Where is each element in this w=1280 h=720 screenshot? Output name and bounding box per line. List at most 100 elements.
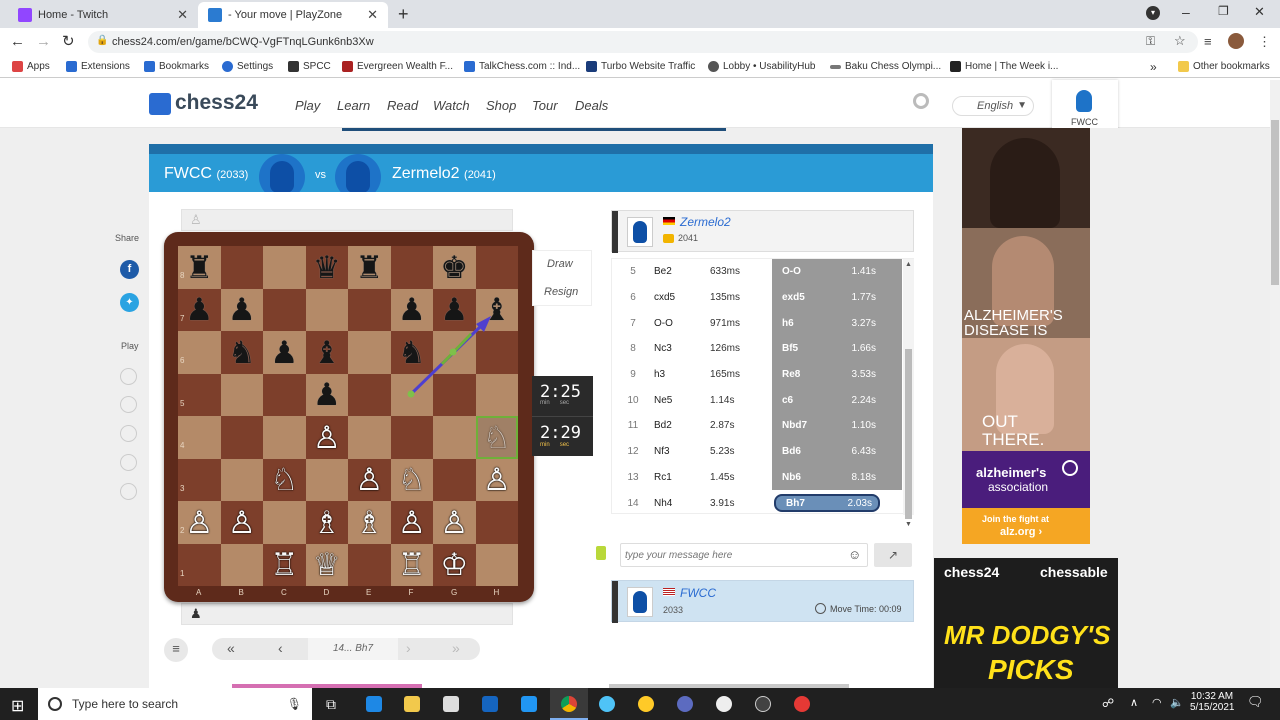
- send-button[interactable]: ↗: [874, 543, 912, 567]
- address-bar[interactable]: 🔒 chess24.com/en/game/bCWQ-VgFTnqLGunk6n…: [88, 31, 1198, 53]
- maximize-icon[interactable]: ❐: [1218, 4, 1229, 18]
- square-c8[interactable]: [263, 246, 306, 289]
- bookmark-extensions[interactable]: Extensions: [66, 61, 130, 72]
- white-move[interactable]: Bd2: [654, 420, 710, 431]
- black-move-cell[interactable]: c6 2.24s: [772, 387, 902, 414]
- app-icon-dark[interactable]: [755, 696, 771, 712]
- white-knight-icon[interactable]: ♘: [483, 422, 511, 453]
- square-b7[interactable]: ♟: [220, 288, 263, 331]
- white-move[interactable]: O-O: [654, 318, 710, 329]
- square-d7[interactable]: [305, 288, 348, 331]
- black-move-cell[interactable]: Bf5 1.66s: [772, 336, 902, 362]
- bookmark-spcc[interactable]: SPCC: [288, 61, 331, 72]
- square-d2[interactable]: ♗: [305, 501, 348, 544]
- chess24-chessable-ad[interactable]: chess24 chessable MR DODGY'S PICKS: [934, 558, 1118, 688]
- square-b4[interactable]: [220, 416, 263, 459]
- black-move-cell[interactable]: Bd6 6.43s: [772, 438, 902, 465]
- profile-avatar[interactable]: [1228, 33, 1244, 49]
- black-king-icon[interactable]: ♚: [440, 252, 468, 283]
- white-pawn-icon[interactable]: ♙: [313, 422, 341, 453]
- app-icon-yellow[interactable]: [638, 696, 654, 712]
- square-d5[interactable]: ♟: [305, 373, 348, 416]
- square-f5[interactable]: [390, 373, 433, 416]
- play-option-5[interactable]: [120, 425, 137, 442]
- tray-chevron-icon[interactable]: ∧: [1130, 696, 1138, 709]
- square-a6[interactable]: 6: [178, 331, 221, 374]
- black-rook-icon[interactable]: ♜: [185, 252, 213, 283]
- nav-watch[interactable]: Watch: [433, 98, 470, 113]
- white-pawn-icon[interactable]: ♙: [398, 507, 426, 538]
- reload-icon[interactable]: ↻: [62, 32, 75, 50]
- black-bishop-icon[interactable]: ♝: [313, 337, 341, 368]
- black-knight-icon[interactable]: ♞: [398, 337, 426, 368]
- square-c3[interactable]: ♘: [263, 458, 306, 501]
- white-move[interactable]: Ne5: [654, 395, 710, 406]
- square-a1[interactable]: 1A: [178, 543, 221, 596]
- tab-twitch[interactable]: Home - Twitch ✕: [8, 2, 198, 28]
- square-h5[interactable]: [475, 373, 518, 416]
- square-h2[interactable]: [475, 501, 518, 544]
- store-icon[interactable]: [443, 696, 459, 712]
- square-g5[interactable]: [433, 373, 476, 416]
- nav-tour[interactable]: Tour: [532, 98, 558, 113]
- opponent-name[interactable]: Zermelo2: [680, 215, 731, 229]
- site-logo[interactable]: chess24: [175, 91, 258, 115]
- mail-icon[interactable]: [521, 696, 537, 712]
- white-king-icon[interactable]: ♔: [440, 549, 468, 580]
- white-move[interactable]: Be2: [654, 266, 710, 277]
- square-a3[interactable]: 3: [178, 458, 221, 501]
- volume-icon[interactable]: 🔈: [1170, 696, 1184, 709]
- taskbar-clock[interactable]: 10:32 AM 5/15/2021: [1190, 691, 1235, 713]
- black-pawn-icon[interactable]: ♟: [270, 337, 298, 368]
- square-g4[interactable]: [433, 416, 476, 459]
- black-pawn-icon[interactable]: ♟: [398, 294, 426, 325]
- square-d6[interactable]: ♝: [305, 331, 348, 374]
- scroll-down-icon[interactable]: ▼: [905, 521, 912, 528]
- bookmark-settings[interactable]: Settings: [222, 61, 273, 72]
- player-name[interactable]: FWCC: [680, 586, 716, 600]
- edge-icon[interactable]: [366, 696, 382, 712]
- black-move-cell[interactable]: Nbd7 1.10s: [772, 413, 902, 439]
- black-move[interactable]: Bf5: [782, 343, 798, 354]
- black-rook-icon[interactable]: ♜: [355, 252, 383, 283]
- defender-icon[interactable]: [482, 696, 498, 712]
- white-rook-icon[interactable]: ♖: [270, 549, 298, 580]
- reading-list-icon[interactable]: ≡: [1204, 34, 1212, 49]
- square-h8[interactable]: [475, 246, 518, 289]
- play-option-10[interactable]: [120, 454, 137, 471]
- square-g1[interactable]: G ♔: [433, 543, 476, 596]
- forward-icon[interactable]: →: [36, 33, 51, 50]
- square-e4[interactable]: [348, 416, 391, 459]
- scroll-thumb[interactable]: [905, 349, 912, 519]
- black-move-cell[interactable]: Bh7 2.03s: [774, 494, 880, 513]
- close-window-icon[interactable]: ✕: [1254, 4, 1265, 20]
- bookmarks-overflow-icon[interactable]: »: [1150, 60, 1157, 74]
- square-d1[interactable]: D ♕: [305, 543, 348, 596]
- square-c7[interactable]: [263, 288, 306, 331]
- black-move-cell[interactable]: O-O 1.41s: [772, 259, 902, 285]
- move-list-scrollbar[interactable]: ▲ ▼: [903, 259, 914, 528]
- white-bishop-icon[interactable]: ♗: [313, 507, 341, 538]
- black-move[interactable]: Bd6: [782, 446, 801, 457]
- minimize-icon[interactable]: –: [1182, 4, 1190, 20]
- black-move[interactable]: Re8: [782, 369, 800, 380]
- new-tab-button[interactable]: +: [398, 4, 409, 25]
- page-scrollbar[interactable]: [1270, 80, 1280, 688]
- square-f1[interactable]: F ♖: [390, 543, 433, 596]
- play-option-1[interactable]: [120, 368, 137, 385]
- app-icon-clock[interactable]: [716, 696, 732, 712]
- square-g3[interactable]: [433, 458, 476, 501]
- square-f8[interactable]: [390, 246, 433, 289]
- square-f3[interactable]: ♘: [390, 458, 433, 501]
- search-icon[interactable]: [913, 93, 929, 109]
- notifications-icon[interactable]: 🗨: [1247, 694, 1264, 710]
- ad-cta[interactable]: Join the fight at alz.org ›: [962, 508, 1090, 544]
- onedrive-icon[interactable]: [599, 696, 615, 712]
- square-f7[interactable]: ♟: [390, 288, 433, 331]
- task-view-icon[interactable]: ⧉: [326, 696, 336, 713]
- black-move[interactable]: Nb6: [782, 472, 801, 483]
- square-h3[interactable]: ♙: [475, 458, 518, 501]
- square-h7[interactable]: ♝: [475, 288, 518, 331]
- black-bishop-icon[interactable]: ♝: [483, 294, 511, 325]
- square-d8[interactable]: ♛: [305, 246, 348, 289]
